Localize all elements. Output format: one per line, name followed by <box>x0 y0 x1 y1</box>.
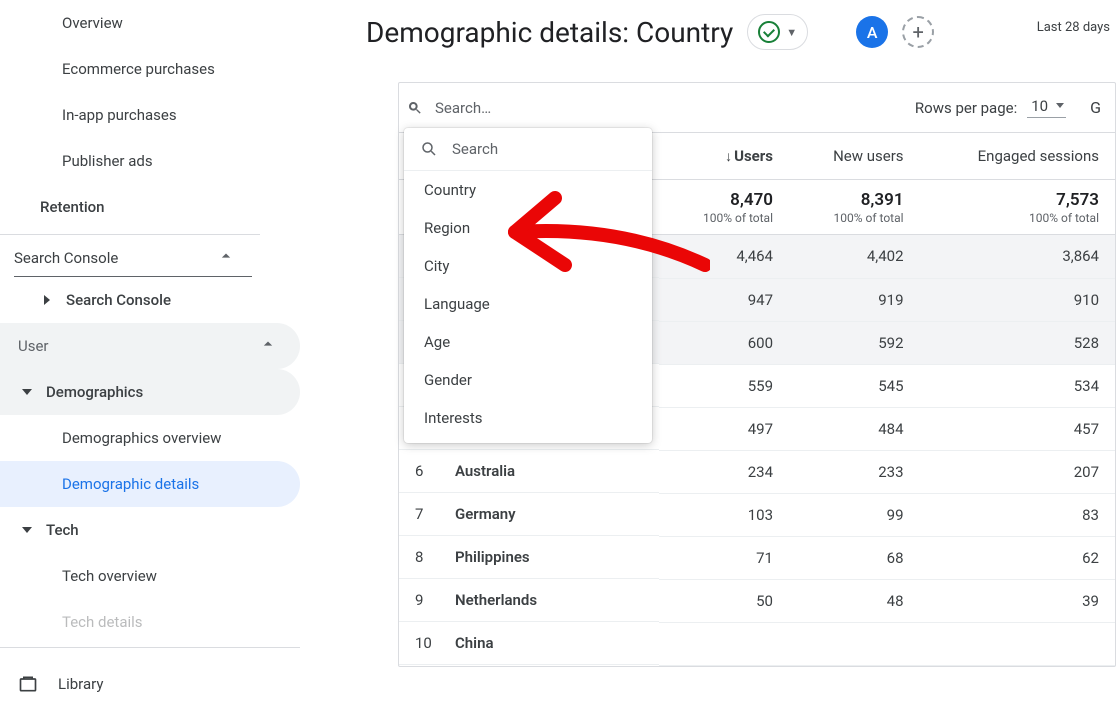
dropdown-option[interactable]: Interests <box>404 399 652 437</box>
status-pill[interactable]: ▼ <box>747 14 808 50</box>
section-user[interactable]: User <box>0 323 300 369</box>
nav-demographics[interactable]: Demographics <box>0 369 300 415</box>
table-toolbar: Search… Rows per page: 10 G <box>399 83 1115 133</box>
table-row[interactable]: 9Netherlands504839 <box>399 579 1115 622</box>
nav-demographic-details[interactable]: Demographic details <box>0 461 300 507</box>
search-icon <box>420 140 438 158</box>
nav-tech-details[interactable]: Tech details <box>0 599 310 645</box>
table-row[interactable]: 6Australia234233207 <box>399 450 1115 493</box>
nav-retention[interactable]: Retention <box>0 184 310 230</box>
chevron-up-icon <box>258 334 278 358</box>
table-row[interactable]: 8Philippines716862 <box>399 536 1115 579</box>
nav-library[interactable]: Library <box>0 647 300 697</box>
triangle-icon <box>44 295 50 305</box>
nav-tech-overview[interactable]: Tech overview <box>0 553 310 599</box>
add-comparison-button[interactable]: + <box>902 16 934 48</box>
dropdown-option[interactable]: City <box>404 247 652 285</box>
checkmark-icon <box>758 21 780 43</box>
triangle-icon <box>22 527 32 533</box>
nav-inapp[interactable]: In-app purchases <box>0 92 310 138</box>
section-label: Search Console <box>14 249 118 267</box>
table-row[interactable]: 10China <box>399 622 1115 665</box>
date-range-picker[interactable]: Last 28 days <box>1037 20 1110 35</box>
sidebar: Overview Ecommerce purchases In-app purc… <box>0 0 310 717</box>
library-icon <box>18 674 38 694</box>
go-to-letter: G <box>1090 98 1101 117</box>
rows-per-page: Rows per page: 10 G <box>915 97 1101 118</box>
nav-ecommerce[interactable]: Ecommerce purchases <box>0 46 310 92</box>
chevron-up-icon <box>216 246 236 270</box>
nav-demographics-overview[interactable]: Demographics overview <box>0 415 310 461</box>
search-icon <box>407 100 423 116</box>
search-placeholder: Search… <box>435 99 491 117</box>
nav-overview[interactable]: Overview <box>0 0 310 46</box>
col-engaged[interactable]: Engaged sessions <box>920 133 1115 180</box>
col-users[interactable]: ↓Users <box>659 133 789 180</box>
avatar[interactable]: A <box>856 16 888 48</box>
page-title: Demographic details: Country <box>366 16 733 49</box>
triangle-icon <box>22 389 32 395</box>
nav-tech[interactable]: Tech <box>0 507 310 553</box>
dropdown-option[interactable]: Gender <box>404 361 652 399</box>
rows-per-page-select[interactable]: 10 <box>1027 97 1066 118</box>
nav-search-console[interactable]: Search Console <box>0 277 310 323</box>
table-row[interactable]: 7Germany1039983 <box>399 493 1115 536</box>
rows-per-page-label: Rows per page: <box>915 99 1017 117</box>
dropdown-search[interactable]: Search <box>404 128 652 171</box>
page-header: Demographic details: Country ▼ A + <box>366 14 934 50</box>
chevron-down-icon: ▼ <box>786 26 797 39</box>
dropdown-option[interactable]: Region <box>404 209 652 247</box>
col-new-users[interactable]: New users <box>789 133 920 180</box>
divider <box>0 234 260 235</box>
dropdown-option[interactable]: Age <box>404 323 652 361</box>
dimension-dropdown: Search CountryRegionCityLanguageAgeGende… <box>404 128 652 443</box>
dropdown-option[interactable]: Country <box>404 171 652 209</box>
table-search[interactable]: Search… <box>407 99 915 117</box>
sort-desc-icon: ↓ <box>725 149 732 165</box>
dropdown-option[interactable]: Language <box>404 285 652 323</box>
plus-icon: + <box>912 20 923 44</box>
section-search-console[interactable]: Search Console <box>14 239 252 277</box>
nav-publisher[interactable]: Publisher ads <box>0 138 310 184</box>
